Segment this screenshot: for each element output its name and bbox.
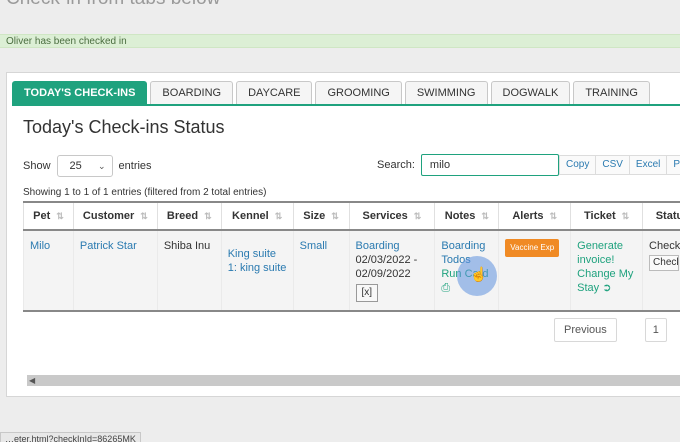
col-alerts[interactable]: Alerts ⇅ — [498, 201, 572, 231]
col-customer[interactable]: Customer ⇅ — [72, 201, 158, 231]
sort-icon: ⇅ — [204, 211, 212, 221]
breed-text: Shiba Inu — [163, 240, 211, 252]
boarding-notes-link[interactable]: Boarding — [441, 239, 492, 253]
col-breed[interactable]: Breed ⇅ — [156, 201, 222, 231]
sort-icon: ⇅ — [413, 211, 422, 221]
search-label: Search: — [377, 159, 415, 171]
status-url: …eter.html?checkInId=86265MK — [0, 432, 141, 442]
tab-training[interactable]: TRAINING — [573, 81, 650, 104]
tab-boarding[interactable]: BOARDING — [150, 81, 234, 104]
col-kennel[interactable]: Kennel ⇅ — [220, 201, 294, 231]
tab-bar: TODAY'S CHECK-INS BOARDING DAYCARE GROOM… — [12, 81, 653, 105]
tab-grooming[interactable]: GROOMING — [315, 81, 402, 104]
excel-button[interactable]: Excel — [628, 155, 668, 175]
page-heading: Check-in from tabs below — [6, 0, 220, 10]
service-link[interactable]: Boarding — [356, 239, 429, 253]
sort-icon: ⇅ — [56, 211, 64, 221]
pagination: Previous 1 — [554, 318, 680, 342]
hand-pointer-icon: ☝ — [470, 266, 488, 282]
chevron-down-icon: ⌄ — [97, 160, 106, 171]
copy-button[interactable]: Copy — [559, 155, 597, 175]
vaccine-alert-badge[interactable]: Vaccine Exp — [505, 239, 560, 257]
page-size-control: Show 25 ⌄ entries — [23, 155, 152, 177]
success-alert: Oliver has been checked in — [0, 34, 680, 48]
click-indicator: ☝ — [457, 256, 497, 296]
sort-icon: ⇅ — [140, 211, 148, 221]
previous-button[interactable]: Previous — [554, 318, 617, 342]
checkins-panel: TODAY'S CHECK-INS BOARDING DAYCARE GROOM… — [6, 72, 680, 397]
tab-swimming[interactable]: SWIMMING — [404, 81, 488, 104]
col-pet[interactable]: Pet ⇅ — [23, 201, 74, 231]
page-size-value: 25 — [69, 160, 82, 172]
check-button[interactable]: Check — [649, 255, 680, 271]
page-size-select[interactable]: 25 ⌄ — [56, 155, 113, 177]
tab-dogwalk[interactable]: DOGWALK — [490, 81, 571, 104]
sort-icon: ⇅ — [621, 211, 630, 221]
sign-out-icon: ➲ — [602, 282, 612, 294]
sort-icon: ⇅ — [331, 211, 339, 221]
pet-link[interactable]: Milo — [30, 240, 50, 252]
col-services[interactable]: Services ⇅ — [348, 201, 436, 231]
sort-icon: ⇅ — [481, 211, 489, 221]
kennel-link[interactable]: King suite 1: king suite — [228, 248, 287, 274]
page-1-button[interactable]: 1 — [644, 318, 667, 342]
entries-label: entries — [118, 160, 152, 172]
status-text: Check — [649, 240, 680, 252]
scroll-left-icon[interactable]: ◀ — [29, 375, 35, 386]
search-control: Search: — [377, 154, 559, 176]
checkins-table: Pet ⇅ Customer ⇅ Breed ⇅ Kennel ⇅ Size ⇅ Serv… — [23, 201, 680, 312]
export-buttons: Copy CSV Excel PDF — [559, 155, 680, 175]
col-status[interactable]: Status — [642, 201, 680, 231]
col-size[interactable]: Size ⇅ — [292, 201, 350, 231]
table-info: Showing 1 to 1 of 1 entries (filtered fr… — [23, 187, 267, 198]
status-title: Today's Check-ins Status — [23, 117, 225, 137]
tab-todays-checkins[interactable]: TODAY'S CHECK-INS — [12, 81, 148, 104]
sort-icon: ⇅ — [549, 211, 558, 221]
horizontal-scrollbar[interactable]: ◀ — [27, 375, 680, 386]
size-link[interactable]: Small — [300, 240, 328, 252]
generate-invoice-link[interactable]: Generate invoice! — [577, 239, 636, 267]
customer-link[interactable]: Patrick Star — [80, 240, 137, 252]
col-notes[interactable]: Notes ⇅ — [434, 201, 500, 231]
tab-daycare[interactable]: DAYCARE — [236, 81, 313, 104]
remove-service-button[interactable]: [x] — [355, 284, 379, 302]
service-dates: 02/03/2022 - 02/09/2022 — [355, 254, 418, 280]
csv-button[interactable]: CSV — [595, 155, 630, 175]
col-ticket[interactable]: Ticket ⇅ — [570, 201, 644, 231]
table-row: Milo Patrick Star Shiba Inu King suite 1… — [23, 230, 680, 311]
pdf-button[interactable]: PDF — [666, 155, 680, 175]
show-label: Show — [23, 160, 51, 172]
tab-underline — [12, 104, 680, 106]
search-input[interactable] — [420, 154, 559, 176]
sort-icon: ⇅ — [274, 211, 283, 221]
